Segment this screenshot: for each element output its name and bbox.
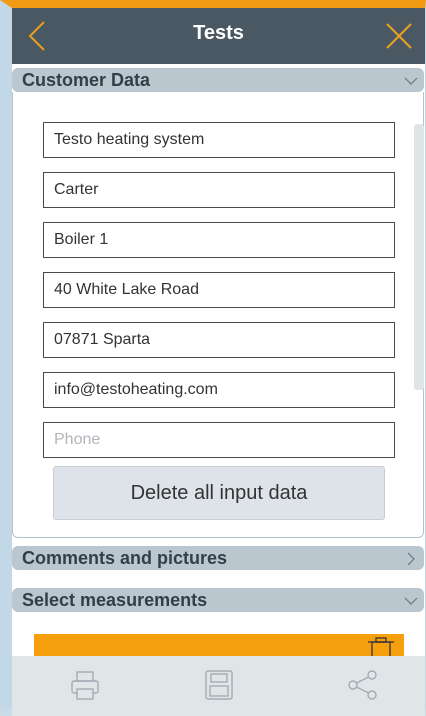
chevron-down-icon: [404, 77, 418, 85]
chevron-down-icon: [404, 597, 418, 605]
city-field[interactable]: [43, 322, 395, 358]
app-window: Tests Customer Data Delete all input dat…: [0, 0, 426, 716]
customer-data-header[interactable]: Customer Data: [12, 68, 424, 92]
print-button[interactable]: [66, 666, 104, 704]
chevron-right-icon: [407, 552, 415, 566]
save-icon: [205, 670, 233, 700]
scrollbar[interactable]: [414, 124, 424, 390]
comments-pictures-title: Comments and pictures: [22, 548, 228, 568]
header-bar: Tests: [12, 8, 425, 64]
save-button[interactable]: [200, 666, 238, 704]
select-measurements-header[interactable]: Select measurements: [12, 588, 424, 612]
delete-all-input-button[interactable]: Delete all input data: [53, 466, 385, 520]
page-title: Tests: [193, 22, 244, 44]
location-field[interactable]: [43, 222, 395, 258]
phone-field[interactable]: [43, 422, 395, 458]
contact-name-field[interactable]: [43, 172, 395, 208]
comments-pictures-header[interactable]: Comments and pictures: [12, 546, 424, 570]
email-field[interactable]: [43, 372, 395, 408]
share-icon: [348, 670, 377, 700]
share-button[interactable]: [344, 666, 382, 704]
printer-icon: [71, 671, 99, 700]
customer-data-panel: Delete all input data: [12, 92, 424, 538]
customer-data-title: Customer Data: [22, 70, 151, 90]
customer-name-field[interactable]: [43, 122, 395, 158]
close-icon: [386, 23, 412, 49]
bottom-toolbar: [12, 656, 425, 716]
street-field[interactable]: [43, 272, 395, 308]
select-measurements-title: Select measurements: [22, 590, 208, 610]
close-button[interactable]: [379, 16, 419, 56]
